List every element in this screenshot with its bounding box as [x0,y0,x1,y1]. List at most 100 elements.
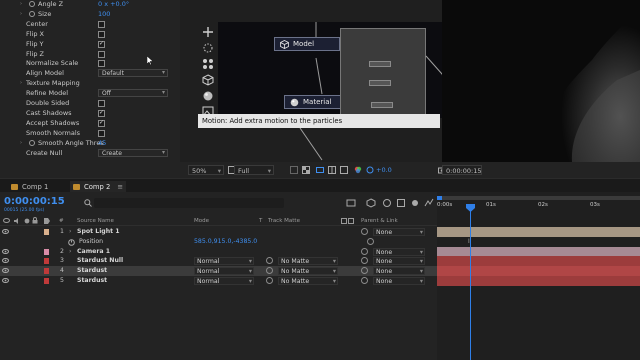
stopwatch-icon[interactable] [68,238,75,246]
parent-dropdown[interactable]: None [373,247,425,256]
parent-pickwhip-icon[interactable] [361,247,368,255]
twirl-arrow-icon[interactable]: › [20,138,22,148]
parent-dropdown[interactable]: None [373,257,425,266]
region-icon[interactable] [290,166,298,174]
fx-checkbox[interactable] [98,118,105,128]
label-color-swatch[interactable] [44,258,49,265]
material-node[interactable]: Material [284,95,348,109]
current-time-indicator-head[interactable] [466,204,475,212]
parent-dropdown[interactable]: None [373,277,425,285]
layer-duration-bar[interactable]: I [437,236,640,247]
eye-icon[interactable] [2,248,9,254]
twirl-arrow-icon[interactable]: › [20,0,22,9]
fx-checkbox[interactable] [98,100,105,107]
col-source-name[interactable]: Source Name [77,216,114,226]
twirl-arrow-icon[interactable]: › [69,227,71,237]
resolution-dropdown[interactable]: Full [234,165,274,176]
parent-dropdown[interactable]: None [373,267,425,276]
blend-mode-dropdown[interactable]: Normal [194,267,254,276]
track-matte-pickwhip-icon[interactable] [266,277,273,284]
label-color-swatch[interactable] [44,278,49,284]
layer-duration-bar[interactable] [437,276,640,286]
track-matte-pickwhip-icon[interactable] [266,257,273,265]
parent-pickwhip-icon[interactable] [361,228,368,235]
exposure-value[interactable]: +0.0 [376,165,392,175]
layer-row[interactable]: 4 Stardust Normal No Matte None [0,266,437,277]
parent-pickwhip-icon[interactable] [361,277,368,284]
stopwatch-icon[interactable] [29,139,35,146]
property-value[interactable]: 585.0,915.0,-4385.0 [194,237,257,247]
fx-checkbox[interactable] [98,108,105,118]
fx-value[interactable]: 0 x +0.0° [98,0,129,9]
sphere-icon[interactable] [202,90,214,102]
label-color-swatch[interactable] [44,229,49,235]
fx-checkbox[interactable] [98,39,105,49]
viewer-timecode[interactable]: 0:00:00:15 [442,165,482,186]
lasso-icon[interactable] [202,42,214,54]
label-color-swatch[interactable] [44,248,49,255]
blend-mode-dropdown[interactable]: Normal [194,277,254,285]
camera-view-icon[interactable] [316,166,324,174]
blend-mode-dropdown[interactable]: Normal [194,257,254,266]
zoom-dropdown[interactable]: 50% [188,165,224,176]
search-input[interactable] [94,198,284,208]
particles-icon[interactable] [202,58,214,70]
track-matte-dropdown[interactable]: No Matte [278,257,338,266]
parent-pickwhip-icon[interactable] [361,257,368,265]
composition-mini-flowchart-icon[interactable] [346,198,356,208]
timeline-search[interactable] [84,198,284,208]
toggle-pixel-icon[interactable] [340,166,348,174]
stopwatch-icon[interactable] [29,10,35,17]
fx-dropdown[interactable]: Create [98,148,168,157]
twirl-arrow-icon[interactable]: › [20,78,22,88]
layer-name[interactable]: Camera 1 [77,247,110,257]
layer-row[interactable]: 3 Stardust Null Normal No Matte None [0,256,437,266]
exposure-icon[interactable] [366,166,374,174]
property-row[interactable]: Position 585.0,915.0,-4385.0 [0,237,437,247]
layer-name[interactable]: Spot Light 1 [77,227,120,237]
work-area-start[interactable] [437,196,442,200]
popup-bar-3[interactable] [371,102,393,108]
twirl-arrow-icon[interactable]: › [20,9,22,19]
parent-dropdown[interactable]: None [373,228,425,236]
eye-icon[interactable] [2,268,9,274]
layer-name[interactable]: Stardust Null [77,256,123,266]
layer-row[interactable]: 5 Stardust Normal No Matte None [0,276,437,286]
twirl-arrow-icon[interactable]: › [69,247,71,257]
graph-editor-icon[interactable] [424,198,434,208]
stopwatch-icon[interactable] [29,1,35,7]
add-icon[interactable] [202,26,214,38]
timeline-graph[interactable]: 0:00s 01s 02s 03s I [437,192,640,360]
cube-icon[interactable] [202,74,214,86]
label-color-swatch[interactable] [44,268,49,275]
fx-value[interactable]: 45 [98,138,106,148]
track-matte-pickwhip-icon[interactable] [266,267,273,275]
frame-blending-icon[interactable] [396,198,406,208]
fx-checkbox[interactable] [98,30,105,38]
expression-pickwhip-icon[interactable] [367,237,374,245]
fx-checkbox[interactable] [98,60,105,68]
fx-checkbox[interactable] [98,20,105,28]
layer-duration-bar[interactable] [437,266,640,277]
view-layout-icon[interactable] [328,166,336,174]
layer-name[interactable]: Stardust [77,266,107,276]
color-channels-icon[interactable] [354,166,362,174]
fx-dropdown[interactable]: Off [98,89,168,98]
layer-name[interactable]: Stardust [77,276,107,286]
eye-icon[interactable] [2,278,9,283]
fx-value[interactable]: 100 [98,9,110,19]
layer-duration-bar[interactable] [437,227,640,237]
fx-dropdown[interactable]: Default [98,69,168,78]
draft-3d-icon[interactable] [366,198,376,208]
popup-bar-2[interactable] [369,80,391,86]
eye-icon[interactable] [2,229,9,234]
layer-row[interactable]: 1 Spot Light 1 None › [0,227,437,237]
eye-icon[interactable] [2,258,9,264]
model-node[interactable]: Model [274,37,340,51]
current-time-indicator-line[interactable] [470,206,471,360]
popup-bar-1[interactable] [369,61,391,67]
layer-duration-bar[interactable] [437,246,640,257]
fx-checkbox[interactable] [98,129,105,137]
layer-row[interactable]: 2 Camera 1 None › [0,247,437,257]
layer-duration-bar[interactable] [437,256,640,267]
